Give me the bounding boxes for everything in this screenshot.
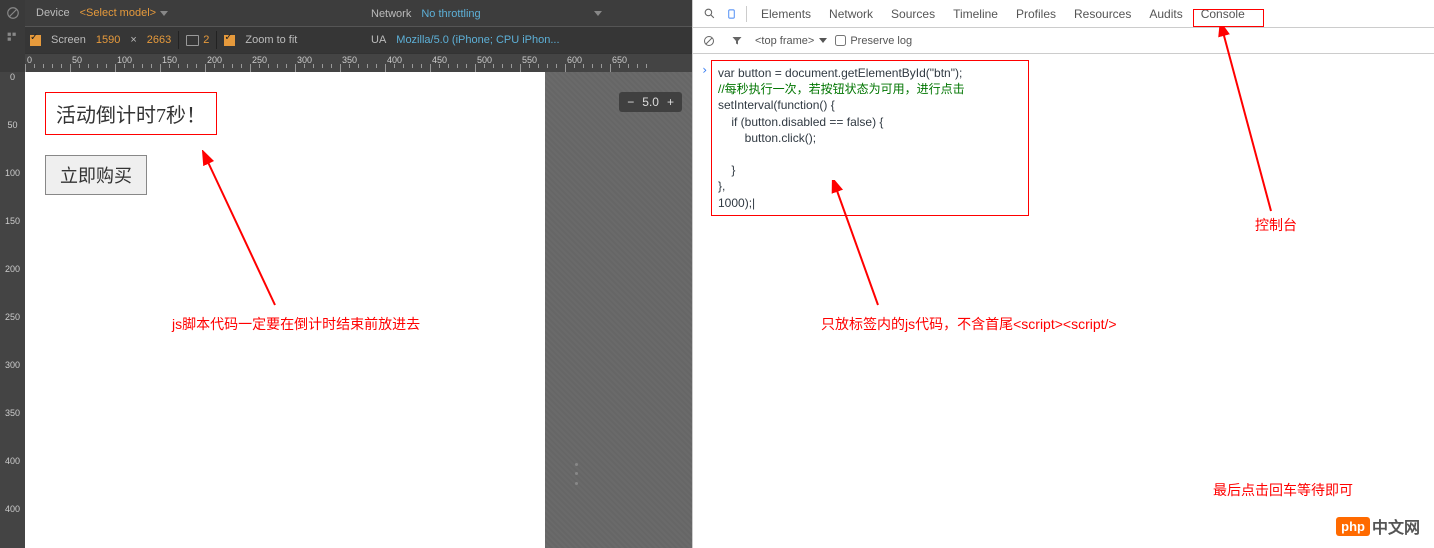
screenshot-icon[interactable] xyxy=(186,35,199,46)
watermark: php中文网 xyxy=(1336,514,1420,538)
annotation-mid: 只放标签内的js代码，不含首尾<script><script/> xyxy=(821,314,1117,334)
zoom-in-icon[interactable]: + xyxy=(667,95,674,109)
ua-label: UA xyxy=(365,34,392,46)
preserve-log-checkbox[interactable]: Preserve log xyxy=(835,35,912,47)
tab-sources[interactable]: Sources xyxy=(882,2,944,26)
network-throttle-dropdown[interactable]: No throttling xyxy=(421,8,480,20)
ruler-tick: 200 xyxy=(0,264,25,274)
devtools-panel: ElementsNetworkSourcesTimelineProfilesRe… xyxy=(692,0,1434,548)
ruler-tick: 300 xyxy=(0,360,25,370)
zoom-out-icon[interactable]: − xyxy=(627,95,634,109)
devtools-tabs: ElementsNetworkSourcesTimelineProfilesRe… xyxy=(693,0,1434,28)
tab-console[interactable]: Console xyxy=(1192,2,1254,26)
ruler-tick: 400 xyxy=(0,456,25,466)
arrow-right xyxy=(1211,26,1281,216)
paint-icon[interactable] xyxy=(0,25,25,50)
zoom-control[interactable]: − 5.0 + xyxy=(619,92,682,112)
ruler-tick: 50 xyxy=(0,120,25,130)
clear-icon[interactable] xyxy=(699,31,719,51)
ruler-tick: 400 xyxy=(0,504,25,514)
console-prompt-icon: › xyxy=(701,63,708,77)
filter-icon[interactable] xyxy=(727,31,747,51)
zoom-label: Zoom to fit xyxy=(239,34,303,46)
ruler-tick: 0 xyxy=(0,72,25,82)
ua-value[interactable]: Mozilla/5.0 (iPhone; CPU iPhon... xyxy=(396,34,559,46)
annotation-right: 控制台 xyxy=(1255,215,1297,235)
search-icon[interactable] xyxy=(699,4,719,24)
screen-checkbox[interactable] xyxy=(30,35,41,46)
network-label: Network xyxy=(365,8,417,20)
ruler-tick: 350 xyxy=(0,408,25,418)
console-filter-bar: <top frame> Preserve log xyxy=(693,28,1434,54)
tab-elements[interactable]: Elements xyxy=(752,2,820,26)
no-icon[interactable] xyxy=(0,0,25,25)
resize-handle[interactable] xyxy=(575,460,579,488)
console-body[interactable]: › var button = document.getElementById("… xyxy=(693,54,1434,222)
device-toolbar: Device <Select model> Network No throttl… xyxy=(25,0,692,54)
tab-network[interactable]: Network xyxy=(820,2,882,26)
annotation-bottom: 最后点击回车等待即可 xyxy=(1213,480,1353,500)
device-viewport: 活动倒计时7秒！ 立即购买 xyxy=(25,72,545,548)
countdown-text: 活动倒计时7秒！ xyxy=(45,92,217,135)
device-icon[interactable] xyxy=(721,4,741,24)
device-model-dropdown[interactable]: <Select model> xyxy=(80,7,168,19)
tab-profiles[interactable]: Profiles xyxy=(1007,2,1065,26)
viewport-overflow: − 5.0 + xyxy=(545,72,692,548)
buy-button[interactable]: 立即购买 xyxy=(45,155,147,195)
device-select-section[interactable]: Device <Select model> xyxy=(25,7,173,19)
tab-timeline[interactable]: Timeline xyxy=(944,2,1007,26)
frame-select[interactable]: <top frame> xyxy=(755,35,827,47)
ruler-vertical: 0 50 100 150 200 250 300 350 400 400 xyxy=(0,72,25,548)
arrow-left xyxy=(195,150,285,310)
device-label: Device xyxy=(30,7,76,19)
ruler-tick: 100 xyxy=(0,168,25,178)
zoom-checkbox[interactable] xyxy=(224,35,235,46)
ruler-horizontal: 050100150200250300350400450500550600650 xyxy=(25,54,692,72)
screen-width[interactable]: 1590 xyxy=(96,34,120,46)
tab-resources[interactable]: Resources xyxy=(1065,2,1140,26)
screen-height[interactable]: 2663 xyxy=(147,34,171,46)
tab-audits[interactable]: Audits xyxy=(1140,2,1191,26)
dpr-value[interactable]: 2 xyxy=(203,34,209,46)
ruler-tick: 250 xyxy=(0,312,25,322)
zoom-value: 5.0 xyxy=(642,95,659,109)
screen-label: Screen xyxy=(45,34,92,46)
arrow-mid xyxy=(828,180,888,310)
device-emulation-panel: Device <Select model> Network No throttl… xyxy=(0,0,692,548)
ruler-tick: 150 xyxy=(0,216,25,226)
annotation-left: js脚本代码一定要在倒计时结束前放进去 xyxy=(172,314,420,334)
